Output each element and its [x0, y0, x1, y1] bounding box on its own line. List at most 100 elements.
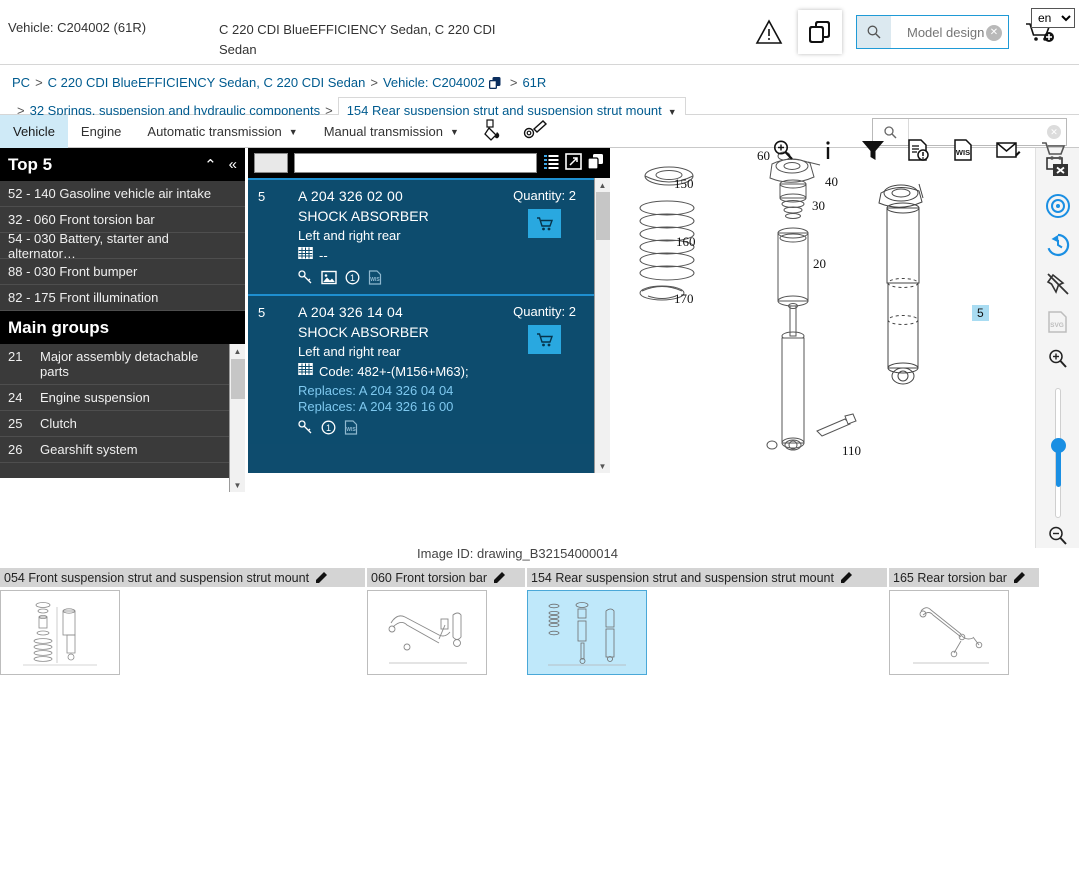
key-icon[interactable] — [298, 270, 313, 288]
top5-item-3[interactable]: 88 - 030 Front bumper — [0, 259, 245, 285]
thumbnail-image[interactable] — [367, 590, 487, 675]
top5-item-1[interactable]: 32 - 060 Front torsion bar — [0, 207, 245, 233]
scroll-up-arrow-icon[interactable]: ▲ — [595, 178, 610, 192]
part-code-row: Code: 482+-(M156+M63); — [298, 362, 600, 380]
wis-document-icon[interactable]: WIS — [368, 270, 382, 288]
edit-icon[interactable] — [840, 571, 853, 584]
canvas-toolbar: SVG — [1035, 148, 1079, 548]
document-alert-icon[interactable] — [904, 135, 932, 165]
part-row[interactable]: 5 A 204 326 14 04 SHOCK ABSORBER Left an… — [248, 294, 610, 444]
breadcrumb-item-vehicle[interactable]: Vehicle: C204002 — [383, 75, 485, 90]
paint-bucket-icon[interactable] — [482, 118, 508, 145]
list-view-icon[interactable] — [543, 153, 560, 173]
part-quantity: Quantity: 2 — [513, 188, 576, 203]
main-group-item-24[interactable]: 24 Engine suspension — [0, 385, 245, 411]
svg-text:1: 1 — [350, 273, 355, 283]
breadcrumb-copy-icon[interactable] — [488, 75, 502, 97]
main-group-label: Engine suspension — [40, 390, 150, 405]
vehicle-description-label: C 220 CDI BlueEFFICIENCY Sedan, C 220 CD… — [219, 22, 496, 57]
chevron-up-icon[interactable]: ⌃ — [204, 156, 217, 174]
language-select[interactable]: en — [1031, 8, 1075, 28]
add-to-cart-button[interactable] — [528, 209, 562, 238]
tab-tools — [472, 115, 548, 148]
scrollbar-thumb[interactable] — [596, 192, 610, 240]
tools-icon[interactable] — [522, 118, 548, 145]
breadcrumb-separator: > — [35, 75, 43, 90]
edit-icon[interactable] — [1013, 571, 1026, 584]
breadcrumb-item-61r[interactable]: 61R — [522, 75, 546, 90]
callout-highlight-5[interactable]: 5 — [972, 305, 989, 321]
part-row[interactable]: 5 A 204 326 02 00 SHOCK ABSORBER Left an… — [248, 178, 610, 294]
top5-item-4[interactable]: 82 - 175 Front illumination — [0, 285, 245, 311]
scroll-down-arrow-icon[interactable]: ▼ — [230, 478, 245, 492]
tab-vehicle[interactable]: Vehicle — [0, 115, 68, 148]
image-icon[interactable] — [321, 270, 337, 288]
filter-icon[interactable] — [859, 135, 887, 165]
copy-icon[interactable] — [798, 10, 842, 54]
expand-icon[interactable] — [565, 153, 582, 173]
history-undo-icon[interactable] — [1043, 232, 1073, 258]
tab-automatic-transmission[interactable]: Automatic transmission ▼ — [134, 115, 310, 148]
scrollbar-thumb[interactable] — [231, 359, 245, 399]
mail-edit-icon[interactable] — [994, 135, 1022, 165]
scroll-down-arrow-icon[interactable]: ▼ — [595, 459, 610, 473]
parts-panel: 5 A 204 326 02 00 SHOCK ABSORBER Left an… — [248, 148, 610, 473]
edit-icon[interactable] — [315, 571, 328, 584]
zoom-in-icon[interactable] — [1043, 347, 1073, 371]
scroll-up-arrow-icon[interactable]: ▲ — [230, 344, 245, 358]
target-icon[interactable] — [1043, 193, 1073, 219]
top5-header: Top 5 ⌃ « — [0, 148, 245, 181]
parts-scrollbar[interactable]: ▲ ▼ — [594, 178, 610, 473]
part-row-icons: 1 WIS — [298, 420, 600, 438]
image-id-label: Image ID: drawing_B32154000014 — [417, 546, 618, 561]
tab-manual-transmission[interactable]: Manual transmission ▼ — [311, 115, 472, 148]
breadcrumb-item-pc[interactable]: PC — [12, 75, 30, 90]
wis-document-icon[interactable]: WIS — [949, 135, 977, 165]
svg-text:SVG: SVG — [1050, 322, 1064, 329]
main-group-item-26[interactable]: 26 Gearshift system — [0, 437, 245, 463]
part-replaces[interactable]: Replaces: A 204 326 04 04 — [298, 383, 600, 398]
tab-engine[interactable]: Engine — [68, 115, 134, 148]
thumbnail-header: 060 Front torsion bar — [367, 568, 525, 587]
thumbnail-image[interactable] — [889, 590, 1009, 675]
pin-off-icon[interactable] — [1043, 271, 1073, 297]
parts-filter-toggle[interactable] — [254, 153, 288, 173]
top5-item-label: 82 - 175 Front illumination — [8, 290, 159, 305]
info-icon[interactable] — [814, 135, 842, 165]
part-replaces[interactable]: Replaces: A 204 326 16 00 — [298, 399, 600, 414]
thumbnail-item: 154 Rear suspension strut and suspension… — [527, 568, 887, 675]
circle-one-icon[interactable]: 1 — [345, 270, 360, 288]
drawing-canvas[interactable]: 150 160 170 60 40 30 20 10 110 5 — [612, 148, 1035, 478]
breadcrumb-separator: > — [509, 75, 518, 90]
key-icon[interactable] — [298, 420, 313, 438]
breadcrumb-item-model[interactable]: C 220 CDI BlueEFFICIENCY Sedan, C 220 CD… — [48, 75, 366, 90]
tab-manual-transmission-label: Manual transmission — [323, 124, 443, 139]
part-code-row: -- — [298, 246, 600, 264]
zoom-search-icon[interactable] — [769, 135, 797, 165]
sidebar: Top 5 ⌃ « 52 - 140 Gasoline vehicle air … — [0, 148, 245, 492]
main-group-item-21[interactable]: 21 Major assembly detachable parts — [0, 344, 245, 385]
thumbnail-image[interactable] — [527, 590, 647, 675]
model-search-clear-icon[interactable]: ✕ — [986, 25, 1002, 41]
top5-item-0[interactable]: 52 - 140 Gasoline vehicle air intake — [0, 181, 245, 207]
main-group-item-25[interactable]: 25 Clutch — [0, 411, 245, 437]
copy-icon[interactable] — [587, 153, 604, 173]
model-search-button[interactable] — [857, 16, 891, 48]
cart-icon[interactable] — [1039, 135, 1067, 165]
parts-filter-input[interactable] — [294, 153, 537, 173]
wis-document-icon[interactable]: WIS — [344, 420, 358, 438]
thumbnail-image[interactable] — [0, 590, 120, 675]
circle-one-icon[interactable]: 1 — [321, 420, 336, 438]
zoom-out-icon[interactable] — [1043, 524, 1073, 548]
add-to-cart-button[interactable] — [528, 325, 562, 354]
zoom-slider-knob[interactable] — [1050, 438, 1066, 453]
top5-item-2[interactable]: 54 - 030 Battery, starter and alternator… — [0, 231, 245, 261]
zoom-slider[interactable] — [1050, 388, 1066, 518]
warning-triangle-icon[interactable] — [754, 17, 784, 47]
edit-icon[interactable] — [493, 571, 506, 584]
double-chevron-left-icon[interactable]: « — [229, 156, 237, 173]
chevron-down-icon: ▼ — [449, 126, 459, 137]
main-groups-scrollbar[interactable]: ▲ ▼ — [229, 344, 245, 492]
part-position-number: 5 — [258, 189, 266, 204]
thumbnail-item: 060 Front torsion bar — [367, 568, 525, 675]
